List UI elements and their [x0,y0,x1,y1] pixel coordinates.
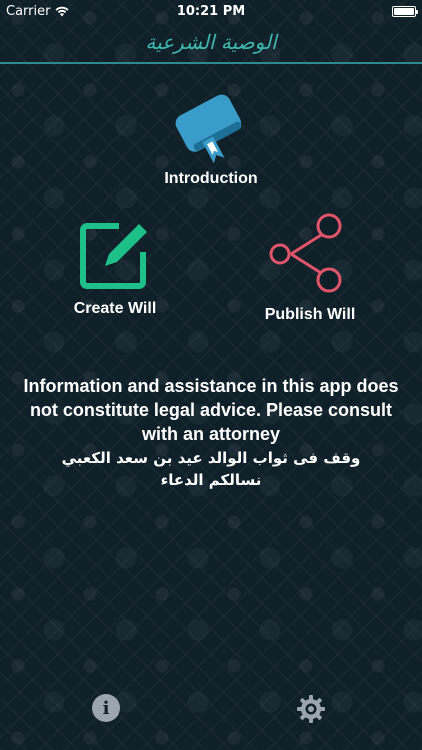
info-glyph: i [102,697,110,719]
status-left: Carrier [6,4,69,19]
publish-will-label: Publish Will [264,306,356,323]
book-icon [175,94,242,164]
introduction-label: Introduction [164,170,258,187]
carrier-label: Carrier [6,3,51,19]
status-bar: Carrier 10:21 PM [0,0,422,22]
edit-icon [80,223,147,289]
gear-icon[interactable] [296,694,326,724]
introduction-button[interactable]: Introduction [141,84,281,188]
wifi-icon [55,6,69,16]
info-icon[interactable]: i [92,694,120,722]
battery-icon [392,5,418,17]
create-will-button[interactable]: Create Will [50,218,180,318]
app-title: الوصية الشرعية [145,30,277,54]
share-icon [269,213,342,293]
legal-disclaimer: Information and assistance in this app d… [23,376,399,444]
create-will-label: Create Will [73,300,157,317]
dedication-line-2: نسالكم الدعاء [160,471,262,489]
dedication-text: وقف فى ثواب الوالد عيد بن سعد الكعبي نسا… [14,447,408,491]
dedication-line-1: وقف فى ثواب الوالد عيد بن سعد الكعبي [61,449,361,467]
publish-will-button[interactable]: Publish Will [245,210,375,324]
clock: 10:21 PM [176,3,246,19]
navigation-bar: الوصية الشرعية [0,22,422,64]
